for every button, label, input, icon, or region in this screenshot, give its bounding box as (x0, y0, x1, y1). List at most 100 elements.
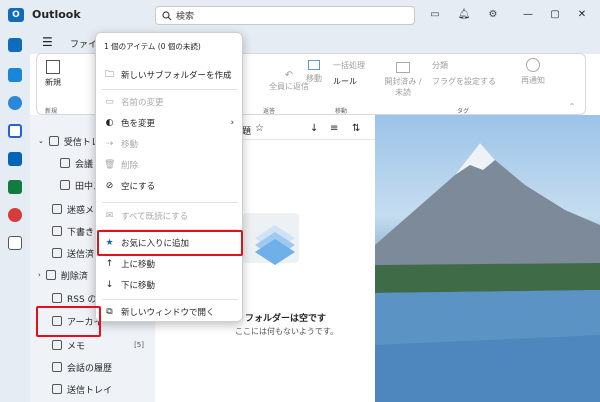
folder-item[interactable]: ⌄ 受信トレ (38, 131, 100, 151)
menu-item-move-down[interactable]: ↓ 下に移動 (96, 275, 242, 295)
move-folder-icon (308, 60, 320, 70)
outbox-icon (52, 384, 62, 394)
read-unread-button[interactable]: 開封済み / 未読 (383, 62, 423, 98)
app-title: Outlook (32, 8, 81, 21)
todo-app-icon[interactable] (8, 124, 22, 138)
group-new-label: 新規 (45, 108, 58, 115)
folder-item[interactable]: 会話の履歴 (52, 357, 112, 377)
bell-icon[interactable]: 🔔︎ (457, 9, 471, 21)
envelope-open-icon: ✉ (105, 211, 114, 221)
trash-icon (45, 270, 56, 280)
context-menu: 1 個のアイテム (0 個の未読) 🗀︎ 新しいサブフォルダーを作成 ▭ 名前の変更… (95, 32, 243, 322)
menu-item-open-new-window[interactable]: ⧉ 新しいウィンドウで開く (96, 302, 242, 322)
folder-icon (60, 180, 70, 190)
gear-icon[interactable]: ⚙ (486, 9, 500, 21)
chevron-right-icon: › (38, 271, 41, 279)
search-icon (162, 10, 172, 20)
menu-separator (102, 299, 238, 300)
reading-pane-background (375, 115, 600, 402)
group-move-label: 移動 (335, 108, 348, 115)
m365-app-icon[interactable] (8, 208, 22, 222)
more-apps-icon[interactable] (8, 236, 22, 250)
move-button[interactable]: 移動 (303, 60, 325, 84)
word-app-icon[interactable] (8, 152, 22, 166)
rss-icon (52, 293, 62, 303)
group-respond-label: 返答 (263, 108, 276, 115)
folder-icon (52, 362, 62, 372)
inbox-icon (48, 136, 59, 146)
flag-button[interactable]: フラグを設定する (432, 76, 504, 87)
hamburger-icon[interactable]: ☰ (42, 35, 53, 49)
mountain-lake-image (375, 143, 600, 402)
arrow-up-icon: ↑ (105, 259, 114, 269)
folder-icon (60, 158, 70, 168)
collapse-ribbon-icon[interactable]: ⌃ (567, 102, 577, 111)
people-app-icon[interactable] (8, 96, 22, 110)
menu-item-change-color[interactable]: ◐ 色を変更 › (96, 113, 242, 133)
group-tags-label: タグ (457, 108, 470, 115)
new-folder-icon: 🗀︎ (104, 70, 114, 80)
junk-icon (52, 204, 62, 214)
menu-item-move[interactable]: ⇢ 移動 (96, 134, 242, 154)
new-button[interactable]: 新規 (41, 60, 65, 88)
new-mail-icon (46, 60, 60, 74)
mail-app-icon[interactable] (8, 38, 22, 52)
close-button[interactable]: ✕ (574, 7, 590, 23)
new-window-icon: ⧉ (106, 307, 113, 317)
menu-separator (102, 202, 238, 203)
minimize-button[interactable]: — (520, 7, 536, 23)
folder-item[interactable]: 送信トレイ (52, 379, 112, 399)
folder-item[interactable]: 下書き (52, 221, 94, 241)
highlight-add-favorite (97, 230, 243, 256)
calendar-app-icon[interactable] (8, 68, 22, 82)
menu-item-delete[interactable]: 🗑︎ 削除 (96, 155, 242, 175)
title-bar: O Outlook 検索 ▭ 🔔︎ ⚙ — ▢ ✕ (0, 0, 600, 30)
chevron-right-icon: › (230, 118, 234, 128)
filter-icon[interactable]: ≡ (330, 123, 338, 134)
sort-order-icon[interactable]: ⇅ (352, 123, 360, 134)
empty-folder-illustration-icon (243, 213, 299, 265)
compose-note-icon[interactable]: ▭ (428, 9, 442, 21)
envelope-open-icon (396, 62, 410, 73)
folder-item[interactable]: 会議 (60, 153, 93, 173)
search-box[interactable]: 検索 (155, 6, 415, 25)
menu-item-mark-all-read[interactable]: ✉ すべて既読にする (96, 206, 242, 226)
move-icon: ⇢ (105, 139, 114, 149)
trash-icon: 🗑︎ (104, 160, 116, 170)
tab-file[interactable]: ファイ (70, 37, 97, 50)
arrow-down-icon: ↓ (105, 280, 114, 290)
menu-item-empty[interactable]: ⊘ 空にする (96, 176, 242, 196)
clock-icon (526, 58, 540, 72)
empty-icon: ⊘ (105, 181, 114, 191)
folder-item[interactable]: › 削除済 (38, 265, 88, 285)
star-icon[interactable]: ☆ (255, 123, 264, 134)
folder-item[interactable]: 送信済 (52, 243, 94, 263)
categorize-button[interactable]: 分類 (432, 60, 472, 71)
rules-button[interactable]: ルール (333, 76, 385, 87)
batch-button[interactable]: 一括処理 (333, 60, 385, 71)
rename-icon: ▭ (105, 97, 114, 107)
folder-item[interactable]: RSS の (52, 288, 97, 308)
palette-icon: ◐ (105, 118, 114, 128)
folder-item[interactable]: メモ [5] (52, 335, 144, 355)
sent-icon (52, 248, 62, 258)
sort-down-icon[interactable]: ↓ (310, 123, 318, 134)
folder-item[interactable]: 迷惑メ (52, 199, 94, 219)
note-icon (52, 340, 62, 350)
highlight-archive-folder (36, 306, 101, 337)
menu-item-new-subfolder[interactable]: 🗀︎ 新しいサブフォルダーを作成 (96, 65, 242, 85)
app-rail (0, 30, 30, 402)
excel-app-icon[interactable] (8, 180, 22, 194)
menu-item-rename[interactable]: ▭ 名前の変更 (96, 92, 242, 112)
menu-item-move-up[interactable]: ↑ 上に移動 (96, 254, 242, 274)
draft-icon (52, 226, 62, 236)
empty-subtitle: ここには何もないようです。 (235, 327, 339, 336)
list-header-title: 題 (242, 127, 252, 137)
search-input[interactable]: 検索 (176, 9, 194, 22)
menu-header: 1 個のアイテム (0 個の未読) (104, 42, 201, 51)
chevron-down-icon: ⌄ (38, 137, 44, 145)
empty-title: フォルダーは空です (245, 314, 327, 324)
maximize-button[interactable]: ▢ (547, 7, 563, 23)
snooze-button[interactable]: 再通知 (520, 58, 546, 86)
menu-separator (102, 89, 238, 90)
